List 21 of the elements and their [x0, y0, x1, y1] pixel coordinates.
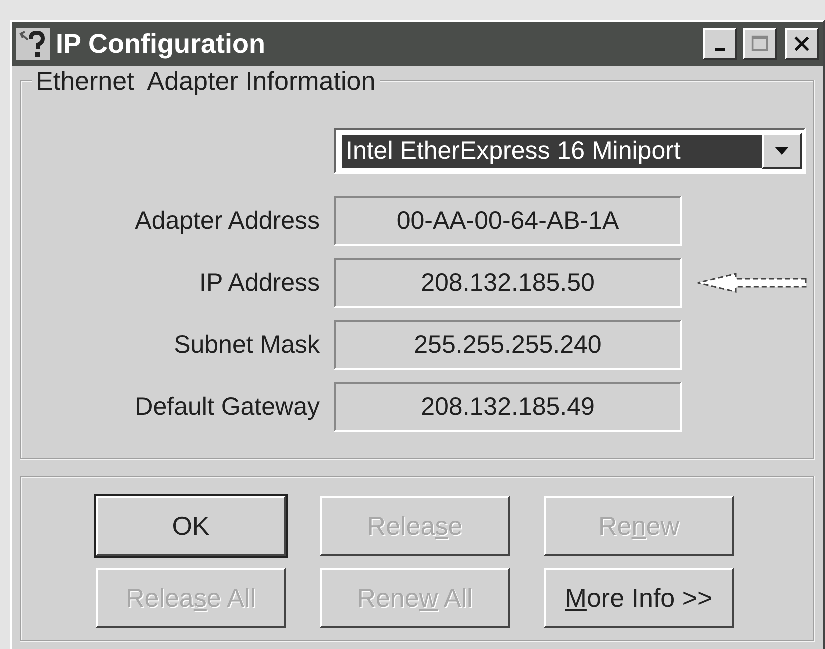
- field-label: Subnet Mask: [173, 330, 320, 360]
- field-value: 208.132.185.50: [334, 258, 682, 308]
- maximize-button[interactable]: [743, 28, 777, 60]
- maximize-icon: [751, 34, 769, 54]
- minimize-button[interactable]: [703, 28, 737, 60]
- field-label: IP Address: [198, 268, 320, 298]
- window-title: IP Configuration: [56, 28, 266, 60]
- field-value: 00-AA-00-64-AB-1A: [334, 196, 682, 246]
- field-value: 208.132.185.49: [334, 382, 682, 432]
- field-label: Adapter Address: [134, 206, 320, 236]
- dialog-button[interactable]: More Info >>: [544, 568, 734, 628]
- minimize-icon: [715, 48, 725, 50]
- caret-icon: [774, 146, 790, 156]
- help-icon: [16, 28, 50, 60]
- field-value: 255.255.255.240: [334, 320, 682, 370]
- dropdown-button[interactable]: [762, 133, 802, 169]
- close-icon: [793, 34, 811, 54]
- close-button[interactable]: [785, 28, 819, 60]
- adapter-dropdown[interactable]: Intel EtherExpress 16 Miniport: [334, 128, 806, 174]
- dialog-button[interactable]: OK: [96, 496, 286, 556]
- field-label: Default Gateway: [134, 392, 320, 422]
